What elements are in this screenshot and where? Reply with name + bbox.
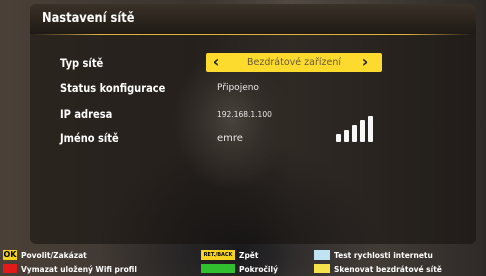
config-status-value: Připojeno bbox=[217, 83, 259, 93]
signal-bar bbox=[352, 125, 357, 142]
ok-key-icon: OK bbox=[3, 250, 17, 260]
green-key-icon bbox=[201, 264, 235, 273]
back-key-icon: RET./BACK bbox=[201, 250, 235, 260]
network-type-selector[interactable]: ‹ Bezdrátové zařízení › bbox=[206, 53, 382, 72]
blue-key-icon bbox=[314, 250, 330, 260]
ip-address-value: 192.168.1.100 bbox=[217, 110, 272, 119]
signal-bar bbox=[336, 134, 341, 142]
green-legend-label: Pokročilý bbox=[239, 265, 278, 274]
red-legend-label: Vymazat uložený Wifi profil bbox=[21, 265, 137, 274]
signal-bar bbox=[344, 130, 349, 142]
back-legend-label: Zpět bbox=[239, 251, 259, 260]
panel-title: Nastavení sítě bbox=[42, 11, 135, 26]
blue-legend-label: Test rychlosti internetu bbox=[334, 251, 433, 260]
network-name-value: emre bbox=[217, 133, 243, 144]
signal-bar bbox=[368, 116, 373, 142]
ok-legend-label: Povolit/Zakázat bbox=[21, 251, 87, 260]
yellow-key-icon bbox=[314, 264, 330, 273]
settings-panel bbox=[30, 4, 476, 244]
wifi-signal-icon bbox=[336, 116, 376, 142]
config-status-label: Status konfigurace bbox=[60, 81, 166, 95]
title-divider bbox=[34, 34, 472, 35]
signal-bar bbox=[360, 120, 365, 142]
red-key-icon bbox=[3, 264, 17, 273]
chevron-right-icon[interactable]: › bbox=[356, 53, 374, 72]
network-name-label: Jméno sítě bbox=[60, 131, 119, 145]
yellow-legend-label: Skenovat bezdrátové sítě bbox=[334, 265, 442, 274]
ip-address-label: IP adresa bbox=[60, 107, 113, 121]
network-type-label: Typ sítě bbox=[60, 56, 104, 70]
